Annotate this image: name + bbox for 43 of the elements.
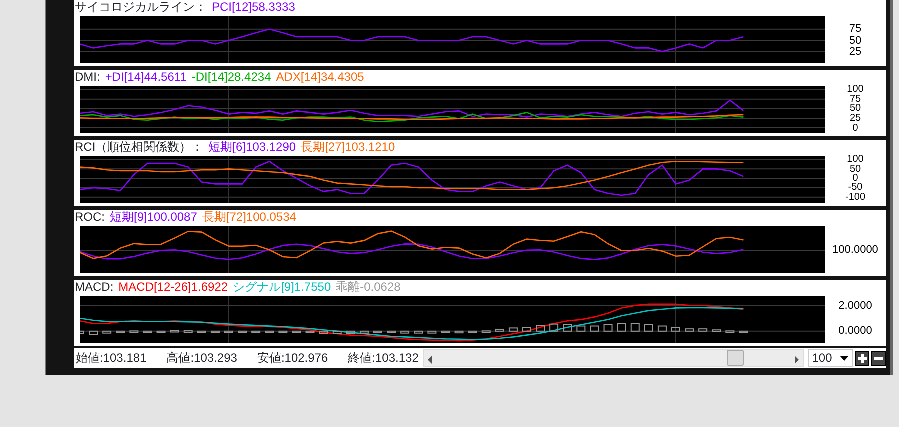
scroll-thumb[interactable] bbox=[727, 350, 744, 366]
price-label: 終値:103.132 bbox=[348, 350, 419, 367]
axis-label: 0 bbox=[852, 124, 860, 133]
panel-title: DMI: bbox=[75, 70, 100, 84]
axis-label: 50 bbox=[848, 36, 863, 46]
axis-label: 75 bbox=[848, 24, 863, 34]
legend-label: +DI[14]44.5611 bbox=[105, 70, 187, 84]
legend-label: 短期[9]100.0087 bbox=[110, 210, 198, 224]
axis-label: 75 bbox=[848, 94, 862, 104]
plus-icon bbox=[858, 354, 867, 362]
axis-label: 0.0000 bbox=[838, 326, 874, 336]
legend-label: 長期[27]103.1210 bbox=[301, 140, 396, 154]
axis-label: 25 bbox=[848, 46, 863, 57]
legend-label: ADX[14]34.4305 bbox=[276, 70, 364, 84]
legend-label: シグナル[9]1.7550 bbox=[233, 280, 332, 294]
panel-title: RCI（順位相関係数）： bbox=[75, 140, 204, 154]
axis-label: 0 bbox=[852, 174, 858, 184]
price-label: 高値:103.293 bbox=[166, 350, 238, 367]
panel-title: ROC: bbox=[75, 210, 105, 224]
panel-title: サイコロジカルライン： bbox=[75, 0, 207, 14]
axis-label: -50 bbox=[848, 183, 863, 192]
legend-label: 短期[6]103.1290 bbox=[208, 140, 296, 154]
axis-label: 100.0000 bbox=[832, 245, 880, 256]
legend-label: -DI[14]28.4234 bbox=[192, 70, 272, 84]
axis-label: 2.0000 bbox=[838, 300, 874, 311]
minus-icon bbox=[874, 356, 884, 360]
legend-label: 長期[72]100.0534 bbox=[202, 210, 296, 224]
zoom-dropdown[interactable]: 100 bbox=[808, 349, 853, 367]
axis-label: -100 bbox=[844, 192, 866, 202]
price-label: 安値:102.976 bbox=[257, 350, 328, 367]
axis-label: 25 bbox=[848, 114, 862, 123]
legend-label: PCI[12]58.3333 bbox=[212, 0, 296, 14]
zoom-in-button[interactable] bbox=[854, 350, 870, 366]
price-label: 始値:103.181 bbox=[76, 350, 147, 367]
axis-label: 100 bbox=[846, 85, 865, 94]
axis-label: 100 bbox=[846, 155, 865, 164]
legend-label: 乖離-0.0628 bbox=[336, 280, 401, 294]
axis-label: 50 bbox=[848, 104, 862, 114]
panel-title: MACD: bbox=[75, 280, 114, 294]
axis-label: 50 bbox=[848, 164, 862, 174]
zoom-out-button[interactable] bbox=[871, 350, 886, 366]
caret-icon bbox=[840, 355, 849, 361]
legend-label: MACD[12-26]1.6922 bbox=[118, 280, 228, 294]
